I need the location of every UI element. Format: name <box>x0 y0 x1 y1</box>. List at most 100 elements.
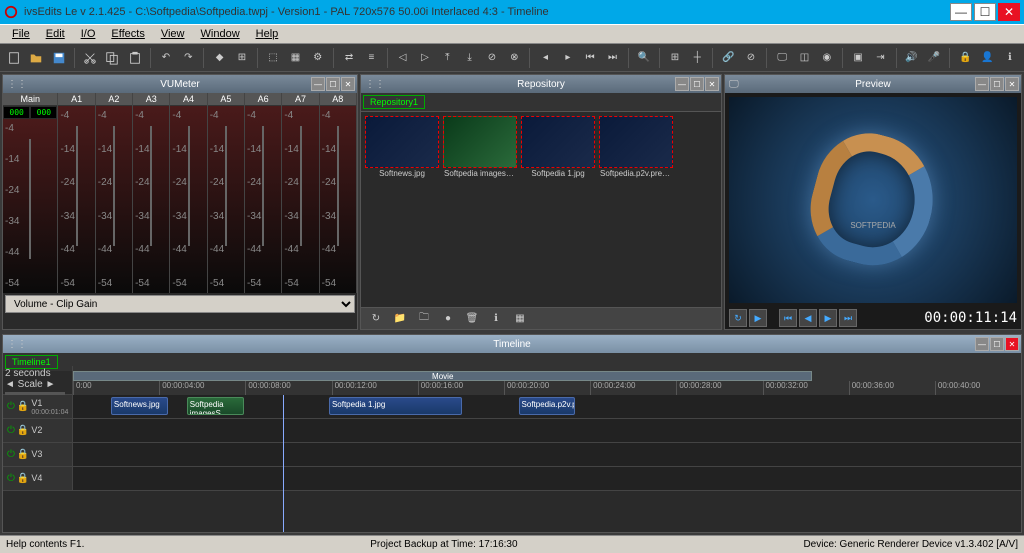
repo-record-icon[interactable]: ● <box>437 308 459 330</box>
track-content[interactable] <box>73 467 1021 490</box>
panel-close-button[interactable]: ✕ <box>1005 77 1019 91</box>
track-lock-icon[interactable]: 🔒 <box>17 425 29 436</box>
panel-close-button[interactable]: ✕ <box>341 77 355 91</box>
track-lock-icon[interactable]: 🔒 <box>17 473 29 484</box>
track-header[interactable]: ⏻ 🔒 V2 <box>3 419 73 442</box>
panel-max-button[interactable]: ☐ <box>990 337 1004 351</box>
vu-fader[interactable] <box>188 126 190 246</box>
track-header[interactable]: ⏻ 🔒 V3 <box>3 443 73 466</box>
preview-prev-icon[interactable]: ◀ <box>799 309 817 327</box>
panel-close-button[interactable]: ✕ <box>705 77 719 91</box>
tool-zoom-icon[interactable]: 🔍 <box>634 47 654 69</box>
track-lock-icon[interactable]: 🔒 <box>17 401 29 412</box>
tool-unlink-icon[interactable]: ⊘ <box>741 47 761 69</box>
repository-item[interactable]: Softpedia 1.jpg <box>521 116 595 179</box>
timeline-clip[interactable]: Softpedia imagesS <box>187 397 244 415</box>
tool-grid-icon[interactable]: ⊞ <box>665 47 685 69</box>
panel-min-button[interactable]: — <box>311 77 325 91</box>
panel-min-button[interactable]: — <box>975 337 989 351</box>
repository-item[interactable]: Softpedia.p2v.preview.jpg <box>599 116 673 179</box>
track-enable-icon[interactable]: ⏻ <box>7 449 15 460</box>
repository-item[interactable]: Softpedia imagesSoftpedia.fo <box>443 116 517 179</box>
repository-header[interactable]: ⋮⋮ Repository — ☐ ✕ <box>361 75 721 93</box>
tool-prev-icon[interactable]: ◂ <box>535 47 555 69</box>
tool-align-icon[interactable]: ≡ <box>361 47 381 69</box>
panel-max-button[interactable]: ☐ <box>990 77 1004 91</box>
vu-fader[interactable] <box>225 126 227 246</box>
tool-render-icon[interactable]: ▣ <box>848 47 868 69</box>
tool-user-icon[interactable]: 👤 <box>977 47 997 69</box>
vu-fader[interactable] <box>76 126 78 246</box>
tool-new-icon[interactable] <box>4 47 24 69</box>
menu-help[interactable]: Help <box>248 26 287 42</box>
menu-effects[interactable]: Effects <box>103 26 152 42</box>
repo-view-icon[interactable]: ▦ <box>509 308 531 330</box>
panel-max-button[interactable]: ☐ <box>326 77 340 91</box>
vu-fader[interactable] <box>113 126 115 246</box>
tool-save-icon[interactable] <box>49 47 69 69</box>
tool-undo-icon[interactable]: ↶ <box>156 47 176 69</box>
vu-track[interactable]: A5 -4-14-24-34-44-54 <box>208 93 245 293</box>
tool-settings-icon[interactable]: ⚙ <box>308 47 328 69</box>
preview-last-icon[interactable]: ⏭ <box>839 309 857 327</box>
timeline-clip[interactable]: Softnews.jpg <box>111 397 168 415</box>
tool-first-icon[interactable]: ⏮ <box>580 47 600 69</box>
repo-folder-icon[interactable]: 🗀 <box>413 308 435 330</box>
menu-view[interactable]: View <box>153 26 193 42</box>
tool-guides-icon[interactable]: ┼ <box>687 47 707 69</box>
tool-goto-out-icon[interactable]: ⤓ <box>459 47 479 69</box>
vu-track[interactable]: A3 -4-14-24-34-44-54 <box>133 93 170 293</box>
tool-last-icon[interactable]: ⏭ <box>602 47 622 69</box>
tool-snap-icon[interactable]: ⊞ <box>232 47 252 69</box>
track-content[interactable]: Softnews.jpg Softpedia imagesS Softpedia 1… <box>73 395 1021 418</box>
panel-min-button[interactable]: — <box>975 77 989 91</box>
tool-replace-icon[interactable]: ⇄ <box>339 47 359 69</box>
movie-bar[interactable]: Movie <box>73 371 812 381</box>
tool-lock-icon[interactable]: 🔒 <box>955 47 975 69</box>
tool-clear-out-icon[interactable]: ⊗ <box>504 47 524 69</box>
vu-fader[interactable] <box>150 126 152 246</box>
preview-first-icon[interactable]: ⏮ <box>779 309 797 327</box>
menu-file[interactable]: File <box>4 26 38 42</box>
preview-header[interactable]: 🖵 Preview — ☐ ✕ <box>725 75 1021 93</box>
tool-insert-icon[interactable]: ⬚ <box>263 47 283 69</box>
vu-track[interactable]: A7 -4-14-24-34-44-54 <box>282 93 319 293</box>
timeline-clip[interactable]: Softpedia 1.jpg <box>329 397 462 415</box>
vu-track[interactable]: A4 -4-14-24-34-44-54 <box>170 93 207 293</box>
repository-tab[interactable]: Repository1 <box>363 95 425 109</box>
timeline-header[interactable]: ⋮⋮ Timeline — ☐ ✕ <box>3 335 1021 353</box>
tool-paste-icon[interactable] <box>125 47 145 69</box>
vu-track[interactable]: A2 -4-14-24-34-44-54 <box>96 93 133 293</box>
repo-refresh-icon[interactable]: ↻ <box>365 308 387 330</box>
track-enable-icon[interactable]: ⏻ <box>7 425 15 436</box>
repo-delete-icon[interactable]: 🗑 <box>461 308 483 330</box>
menu-io[interactable]: I/O <box>73 26 104 42</box>
vu-track[interactable]: A6 -4-14-24-34-44-54 <box>245 93 282 293</box>
track-content[interactable] <box>73 419 1021 442</box>
tool-mic-icon[interactable]: 🎤 <box>924 47 944 69</box>
repo-import-icon[interactable]: 📁 <box>389 308 411 330</box>
vu-fader[interactable] <box>337 126 339 246</box>
repository-item[interactable]: Softnews.jpg <box>365 116 439 179</box>
tool-copy-icon[interactable] <box>102 47 122 69</box>
panel-close-button[interactable]: ✕ <box>1005 337 1019 351</box>
tool-next-icon[interactable]: ▸ <box>558 47 578 69</box>
tool-marker-icon[interactable]: ◆ <box>209 47 229 69</box>
panel-min-button[interactable]: — <box>675 77 689 91</box>
tool-cut-icon[interactable] <box>80 47 100 69</box>
repo-info-icon[interactable]: ℹ <box>485 308 507 330</box>
track-enable-icon[interactable]: ⏻ <box>7 401 15 412</box>
panel-max-button[interactable]: ☐ <box>690 77 704 91</box>
vu-fader[interactable] <box>262 126 264 246</box>
track-header[interactable]: ⏻ 🔒 V4 <box>3 467 73 490</box>
tool-open-icon[interactable] <box>26 47 46 69</box>
tool-dual-icon[interactable]: ◫ <box>794 47 814 69</box>
tool-monitor-icon[interactable]: 🖵 <box>772 47 792 69</box>
vu-fader[interactable] <box>29 139 31 259</box>
titlebar[interactable]: ivsEdits Le v 2.1.425 - C:\Softpedia\Sof… <box>0 0 1024 24</box>
track-header[interactable]: ⏻ 🔒 V100:00:01:04 <box>3 395 73 418</box>
tool-clear-in-icon[interactable]: ⊘ <box>482 47 502 69</box>
tool-overwrite-icon[interactable]: ▦ <box>285 47 305 69</box>
preview-next-icon[interactable]: ▶ <box>819 309 837 327</box>
tool-goto-in-icon[interactable]: ⤒ <box>437 47 457 69</box>
